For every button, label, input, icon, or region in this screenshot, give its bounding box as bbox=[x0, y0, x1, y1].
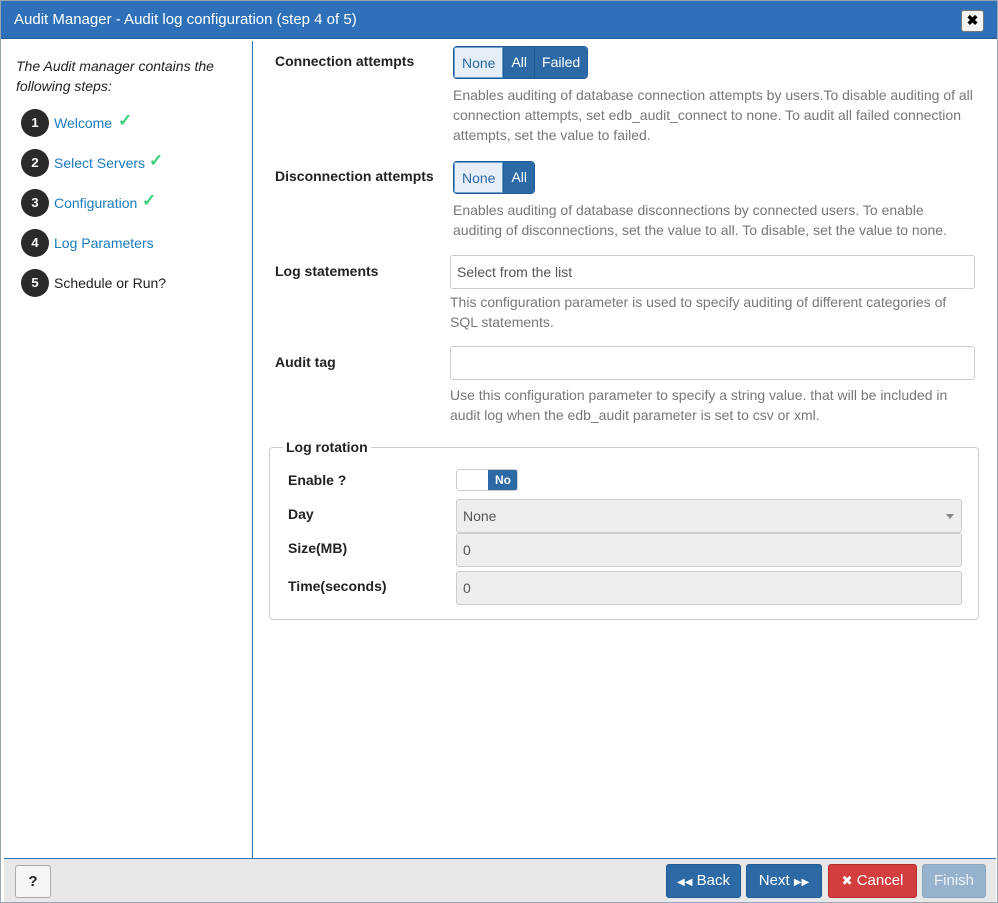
disconnection-attempts-label: Disconnection attempts bbox=[275, 168, 434, 184]
connection-all-option[interactable]: All bbox=[503, 47, 535, 78]
finish-button[interactable]: Finish bbox=[922, 864, 986, 898]
next-button[interactable]: Next ▶▶ bbox=[746, 864, 822, 898]
step-label[interactable]: Select Servers bbox=[54, 155, 145, 171]
connection-attempts-toggle: None All Failed bbox=[453, 46, 589, 79]
step-label[interactable]: Welcome bbox=[54, 115, 112, 131]
checkmark-icon: ✓ bbox=[118, 111, 133, 130]
disconnection-attempts-toggle: None All bbox=[453, 161, 536, 194]
back-button[interactable]: ◀◀ Back bbox=[666, 864, 741, 898]
close-icon: ✖ bbox=[966, 12, 979, 28]
log-rotation-fieldset: Log rotation Enable ? No Day None Size(M… bbox=[269, 439, 979, 620]
connection-attempts-help: Enables auditing of database connection … bbox=[453, 87, 973, 143]
day-select-value: None bbox=[463, 508, 497, 524]
disconnection-none-option[interactable]: None bbox=[454, 162, 504, 193]
time-label: Time(seconds) bbox=[288, 578, 387, 594]
switch-state: No bbox=[488, 470, 517, 490]
connection-failed-option[interactable]: Failed bbox=[534, 47, 588, 78]
form-panel: Connection attempts None All Failed Enab… bbox=[254, 41, 998, 858]
audit-manager-dialog: Audit Manager - Audit log configuration … bbox=[0, 0, 998, 903]
audit-tag-help: Use this configuration parameter to spec… bbox=[450, 387, 948, 423]
time-input[interactable]: 0 bbox=[456, 571, 962, 605]
log-statements-label: Log statements bbox=[275, 263, 379, 279]
enable-label: Enable ? bbox=[288, 472, 347, 488]
dialog-title: Audit Manager - Audit log configuration … bbox=[14, 11, 357, 28]
log-statements-help: This configuration parameter is used to … bbox=[450, 294, 947, 330]
disconnection-all-option[interactable]: All bbox=[503, 162, 535, 193]
checkmark-icon: ✓ bbox=[149, 151, 164, 170]
audit-tag-label: Audit tag bbox=[275, 354, 336, 370]
cancel-icon: ✖ bbox=[841, 873, 853, 888]
close-button[interactable]: ✖ bbox=[961, 10, 984, 32]
cancel-button[interactable]: ✖ Cancel bbox=[828, 864, 917, 898]
sidebar-intro: The Audit manager contains the following… bbox=[16, 58, 214, 94]
next-button-label: Next bbox=[758, 872, 790, 889]
enable-switch[interactable]: No bbox=[456, 469, 518, 491]
step-label[interactable]: Configuration bbox=[54, 195, 137, 211]
step-number: 1 bbox=[21, 109, 49, 137]
step-number: 5 bbox=[21, 269, 49, 297]
step-number: 2 bbox=[21, 149, 49, 177]
connection-attempts-label: Connection attempts bbox=[275, 53, 415, 69]
day-label: Day bbox=[288, 506, 314, 522]
log-statements-select[interactable]: Select from the list bbox=[450, 255, 975, 289]
cancel-button-label: Cancel bbox=[856, 872, 904, 889]
size-label: Size(MB) bbox=[288, 540, 348, 556]
help-button[interactable]: ? bbox=[15, 865, 51, 898]
step-label: Schedule or Run? bbox=[54, 275, 167, 291]
day-select[interactable]: None bbox=[456, 499, 962, 533]
disconnection-attempts-help: Enables auditing of database disconnecti… bbox=[453, 202, 947, 238]
double-chevron-left-icon: ◀◀ bbox=[677, 877, 693, 888]
size-input[interactable]: 0 bbox=[456, 533, 962, 567]
steps-sidebar: The Audit manager contains the following… bbox=[4, 41, 253, 858]
log-rotation-legend: Log rotation bbox=[283, 439, 371, 455]
double-chevron-right-icon: ▶▶ bbox=[793, 877, 810, 888]
chevron-down-icon bbox=[946, 514, 954, 519]
checkmark-icon: ✓ bbox=[142, 191, 157, 210]
step-label[interactable]: Log Parameters bbox=[54, 235, 154, 251]
switch-track bbox=[457, 470, 488, 490]
back-button-label: Back bbox=[696, 872, 730, 889]
connection-none-option[interactable]: None bbox=[454, 47, 504, 78]
step-number: 4 bbox=[21, 229, 49, 257]
title-bar: Audit Manager - Audit log configuration … bbox=[1, 1, 997, 39]
audit-tag-input[interactable] bbox=[450, 346, 975, 380]
dialog-footer: ? ◀◀ Back Next ▶▶ ✖ Cancel Finish bbox=[4, 858, 996, 902]
step-number: 3 bbox=[21, 189, 49, 217]
